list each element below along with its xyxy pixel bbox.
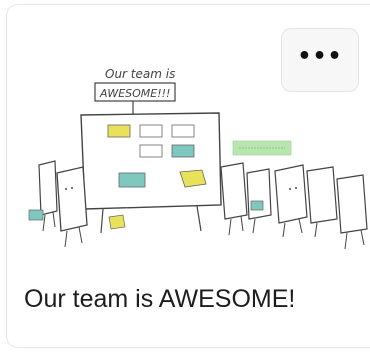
board-title: Our team is AWESOME! bbox=[24, 285, 296, 313]
board-card[interactable]: Our team is AWESOME!!! ••• Our team is A… bbox=[6, 4, 370, 348]
right-characters bbox=[220, 162, 368, 250]
sticky-note bbox=[118, 172, 146, 188]
sticky-note bbox=[139, 144, 163, 158]
more-options-button[interactable]: ••• bbox=[281, 28, 359, 92]
sign: Our team is AWESOME!!! bbox=[94, 67, 176, 115]
sticky-note bbox=[179, 169, 207, 188]
floating-note bbox=[232, 140, 292, 156]
main-board bbox=[80, 112, 222, 234]
sticky-note bbox=[107, 124, 131, 138]
sign-line1: Our team is bbox=[105, 67, 175, 81]
sticky-note bbox=[171, 144, 195, 158]
sign-line2: AWESOME!!! bbox=[99, 87, 170, 100]
more-options-icon: ••• bbox=[297, 44, 343, 69]
sticky-note bbox=[139, 124, 163, 138]
sticky-note bbox=[171, 124, 195, 138]
